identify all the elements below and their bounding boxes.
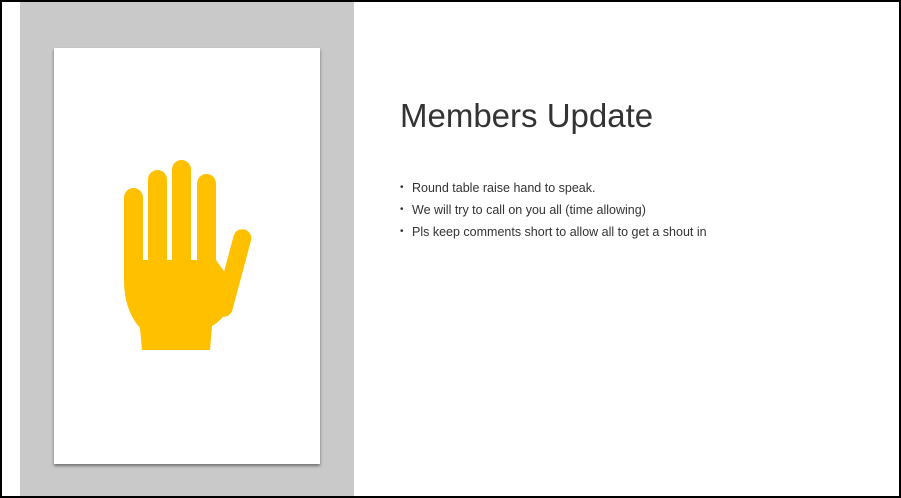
bullet-marker: • (400, 204, 404, 215)
raised-hand-icon (124, 160, 252, 350)
left-decor-band (20, 2, 354, 496)
bullet-text: Round table raise hand to speak. (412, 181, 596, 195)
bullet-item: • We will try to call on you all (time a… (400, 201, 707, 223)
slide: Members Update • Round table raise hand … (0, 0, 901, 498)
picture-frame (54, 48, 320, 464)
bullet-text: Pls keep comments short to allow all to … (412, 225, 707, 239)
bullet-item: • Pls keep comments short to allow all t… (400, 223, 707, 245)
bullet-marker: • (400, 226, 404, 237)
bullet-list: • Round table raise hand to speak. • We … (400, 179, 707, 245)
bullet-text: We will try to call on you all (time all… (412, 203, 646, 217)
slide-title: Members Update (400, 97, 654, 134)
bullet-item: • Round table raise hand to speak. (400, 179, 707, 201)
bullet-marker: • (400, 182, 404, 193)
